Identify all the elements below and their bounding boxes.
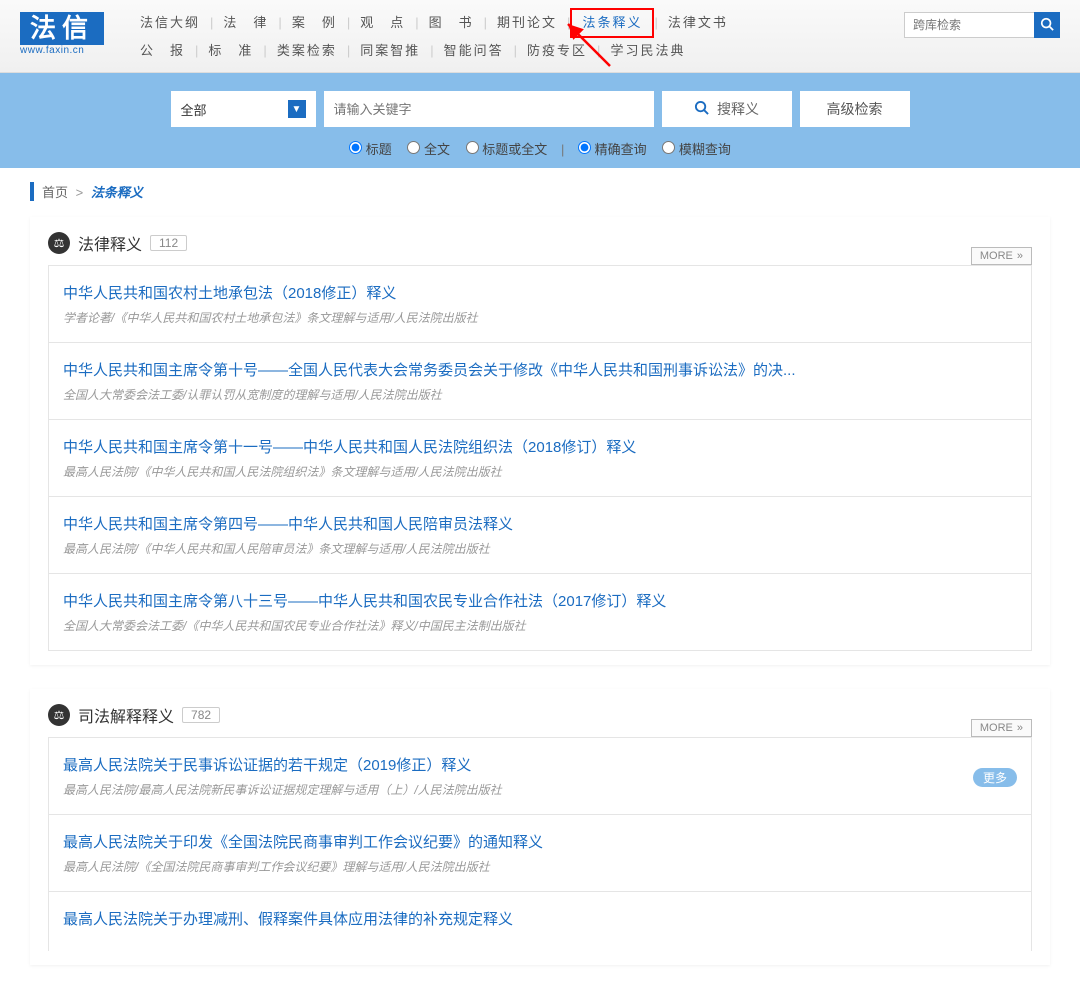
radio-title[interactable]: 标题 [349,142,392,157]
nav-row-2: 公 报| 标 准| 类案检索| 同案智推| 智能问答| 防疫专区| 学习民法典 [130,38,884,64]
search-options: 标题 全文 标题或全文 | 精确查询 模糊查询 [0,139,1080,158]
scale-icon: ⚖ [48,232,70,254]
list-item: 中华人民共和国主席令第四号——中华人民共和国人民陪审员法释义 最高人民法院/《中… [49,497,1031,574]
radio-exact[interactable]: 精确查询 [578,142,647,157]
category-select[interactable]: 全部 ▼ [171,91,316,127]
search-button-label: 搜释义 [717,99,759,119]
result-list: 中华人民共和国农村土地承包法（2018修正）释义 学者论著/《中华人民共和国农村… [48,265,1032,651]
main-content: 首页 > 法条释义 ⚖ 法律释义 112 MORE» 中华人民共和国农村土地承包… [0,168,1080,1003]
list-item: 最高人民法院关于办理减刑、假释案件具体应用法律的补充规定释义 [49,892,1031,951]
main-search-input[interactable] [324,91,654,127]
item-more-button[interactable]: 更多 [973,768,1017,787]
section-law-interpretation: ⚖ 法律释义 112 MORE» 中华人民共和国农村土地承包法（2018修正）释… [30,217,1050,665]
breadcrumb-sep: > [76,185,84,200]
section-head: ⚖ 司法解释释义 782 MORE» [48,703,1032,727]
list-item: 中华人民共和国主席令第十号——全国人民代表大会常务委员会关于修改《中华人民共和国… [49,343,1031,420]
item-meta: 最高人民法院/《中华人民共和国人民陪审员法》条文理解与适用/人民法院出版社 [63,540,1017,557]
chevron-right-icon: » [1017,250,1023,262]
chevron-down-icon: ▼ [288,100,306,118]
list-item: 中华人民共和国主席令第十一号——中华人民共和国人民法院组织法（2018修订）释义… [49,420,1031,497]
more-button[interactable]: MORE» [971,719,1032,737]
nav-item[interactable]: 标 准 [198,38,263,64]
site-logo[interactable]: 法信 www.faxin.cn [20,8,120,56]
section-head: ⚖ 法律释义 112 MORE» [48,231,1032,255]
item-meta: 全国人大常委会法工委/认罪认罚从宽制度的理解与适用/人民法院出版社 [63,386,1017,403]
header-search-input[interactable] [904,12,1034,38]
nav-item[interactable]: 案 例 [282,10,347,36]
nav-item[interactable]: 法律文书 [658,10,738,36]
search-row: 全部 ▼ 搜释义 高级检索 [0,91,1080,127]
nav-item[interactable]: 智能问答 [434,38,514,64]
item-title[interactable]: 中华人民共和国主席令第八十三号——中华人民共和国农民专业合作社法（2017修订）… [63,590,1017,611]
list-item: 中华人民共和国主席令第八十三号——中华人民共和国农民专业合作社法（2017修订）… [49,574,1031,651]
item-title[interactable]: 中华人民共和国主席令第四号——中华人民共和国人民陪审员法释义 [63,513,1017,534]
search-button[interactable]: 搜释义 [662,91,792,127]
item-meta: 最高人民法院/《中华人民共和国人民法院组织法》条文理解与适用/人民法院出版社 [63,463,1017,480]
radio-fuzzy[interactable]: 模糊查询 [662,142,731,157]
nav-item[interactable]: 公 报 [130,38,195,64]
breadcrumb: 首页 > 法条释义 [30,182,1050,201]
item-meta: 最高人民法院/最高人民法院新民事诉讼证据规定理解与适用（上）/人民法院出版社 [63,781,1017,798]
item-meta: 全国人大常委会法工委/《中华人民共和国农民专业合作社法》释义/中国民主法制出版社 [63,617,1017,634]
header-search [904,12,1060,38]
breadcrumb-current: 法条释义 [91,185,143,200]
logo-text: 法信 [20,12,104,45]
search-band: 全部 ▼ 搜释义 高级检索 标题 全文 标题或全文 | 精确查询 模糊查询 [0,73,1080,168]
result-list: 最高人民法院关于民事诉讼证据的若干规定（2019修正）释义 最高人民法院/最高人… [48,737,1032,951]
scale-icon: ⚖ [48,704,70,726]
section-count: 112 [150,235,187,251]
nav-item[interactable]: 法 律 [213,10,278,36]
chevron-right-icon: » [1017,722,1023,734]
top-nav: 法信大纲| 法 律| 案 例| 观 点| 图 书| 期刊论文| 法条释义 | 法… [120,8,884,64]
list-item: 最高人民法院关于印发《全国法院民商事审判工作会议纪要》的通知释义 最高人民法院/… [49,815,1031,892]
search-icon [1040,17,1054,31]
item-meta: 最高人民法院/《全国法院民商事审判工作会议纪要》理解与适用/人民法院出版社 [63,858,1017,875]
item-title[interactable]: 最高人民法院关于民事诉讼证据的若干规定（2019修正）释义 [63,754,1017,775]
top-header: 法信 www.faxin.cn 法信大纲| 法 律| 案 例| 观 点| 图 书… [0,0,1080,73]
nav-item[interactable]: 法信大纲 [130,10,210,36]
list-item: 最高人民法院关于民事诉讼证据的若干规定（2019修正）释义 最高人民法院/最高人… [49,738,1031,815]
radio-sep: | [561,142,564,157]
nav-item[interactable]: 同案智推 [350,38,430,64]
advanced-search-button[interactable]: 高级检索 [800,91,910,127]
search-icon [694,100,709,119]
header-inner: 法信 www.faxin.cn 法信大纲| 法 律| 案 例| 观 点| 图 书… [0,8,1080,64]
nav-row-1: 法信大纲| 法 律| 案 例| 观 点| 图 书| 期刊论文| 法条释义 | 法… [130,8,884,38]
radio-title-or-fulltext[interactable]: 标题或全文 [466,142,548,157]
section-title: 法律释义 [78,231,142,255]
nav-item[interactable]: 观 点 [350,10,415,36]
list-item: 中华人民共和国农村土地承包法（2018修正）释义 学者论著/《中华人民共和国农村… [49,266,1031,343]
item-title[interactable]: 中华人民共和国农村土地承包法（2018修正）释义 [63,282,1017,303]
annotation-arrow-icon [560,18,620,68]
section-title: 司法解释释义 [78,703,174,727]
item-title[interactable]: 最高人民法院关于办理减刑、假释案件具体应用法律的补充规定释义 [63,908,1017,929]
radio-fulltext[interactable]: 全文 [407,142,450,157]
more-button[interactable]: MORE» [971,247,1032,265]
item-title[interactable]: 中华人民共和国主席令第十一号——中华人民共和国人民法院组织法（2018修订）释义 [63,436,1017,457]
nav-item[interactable]: 图 书 [419,10,484,36]
item-meta: 学者论著/《中华人民共和国农村土地承包法》条文理解与适用/人民法院出版社 [63,309,1017,326]
nav-item[interactable]: 期刊论文 [487,10,567,36]
section-count: 782 [182,707,220,723]
logo-url: www.faxin.cn [20,45,120,56]
item-title[interactable]: 最高人民法院关于印发《全国法院民商事审判工作会议纪要》的通知释义 [63,831,1017,852]
section-judicial-interpretation: ⚖ 司法解释释义 782 MORE» 最高人民法院关于民事诉讼证据的若干规定（2… [30,689,1050,965]
breadcrumb-home[interactable]: 首页 [42,185,68,200]
item-title[interactable]: 中华人民共和国主席令第十号——全国人民代表大会常务委员会关于修改《中华人民共和国… [63,359,1017,380]
select-label: 全部 [181,100,207,119]
header-search-button[interactable] [1034,12,1060,38]
nav-item[interactable]: 类案检索 [267,38,347,64]
